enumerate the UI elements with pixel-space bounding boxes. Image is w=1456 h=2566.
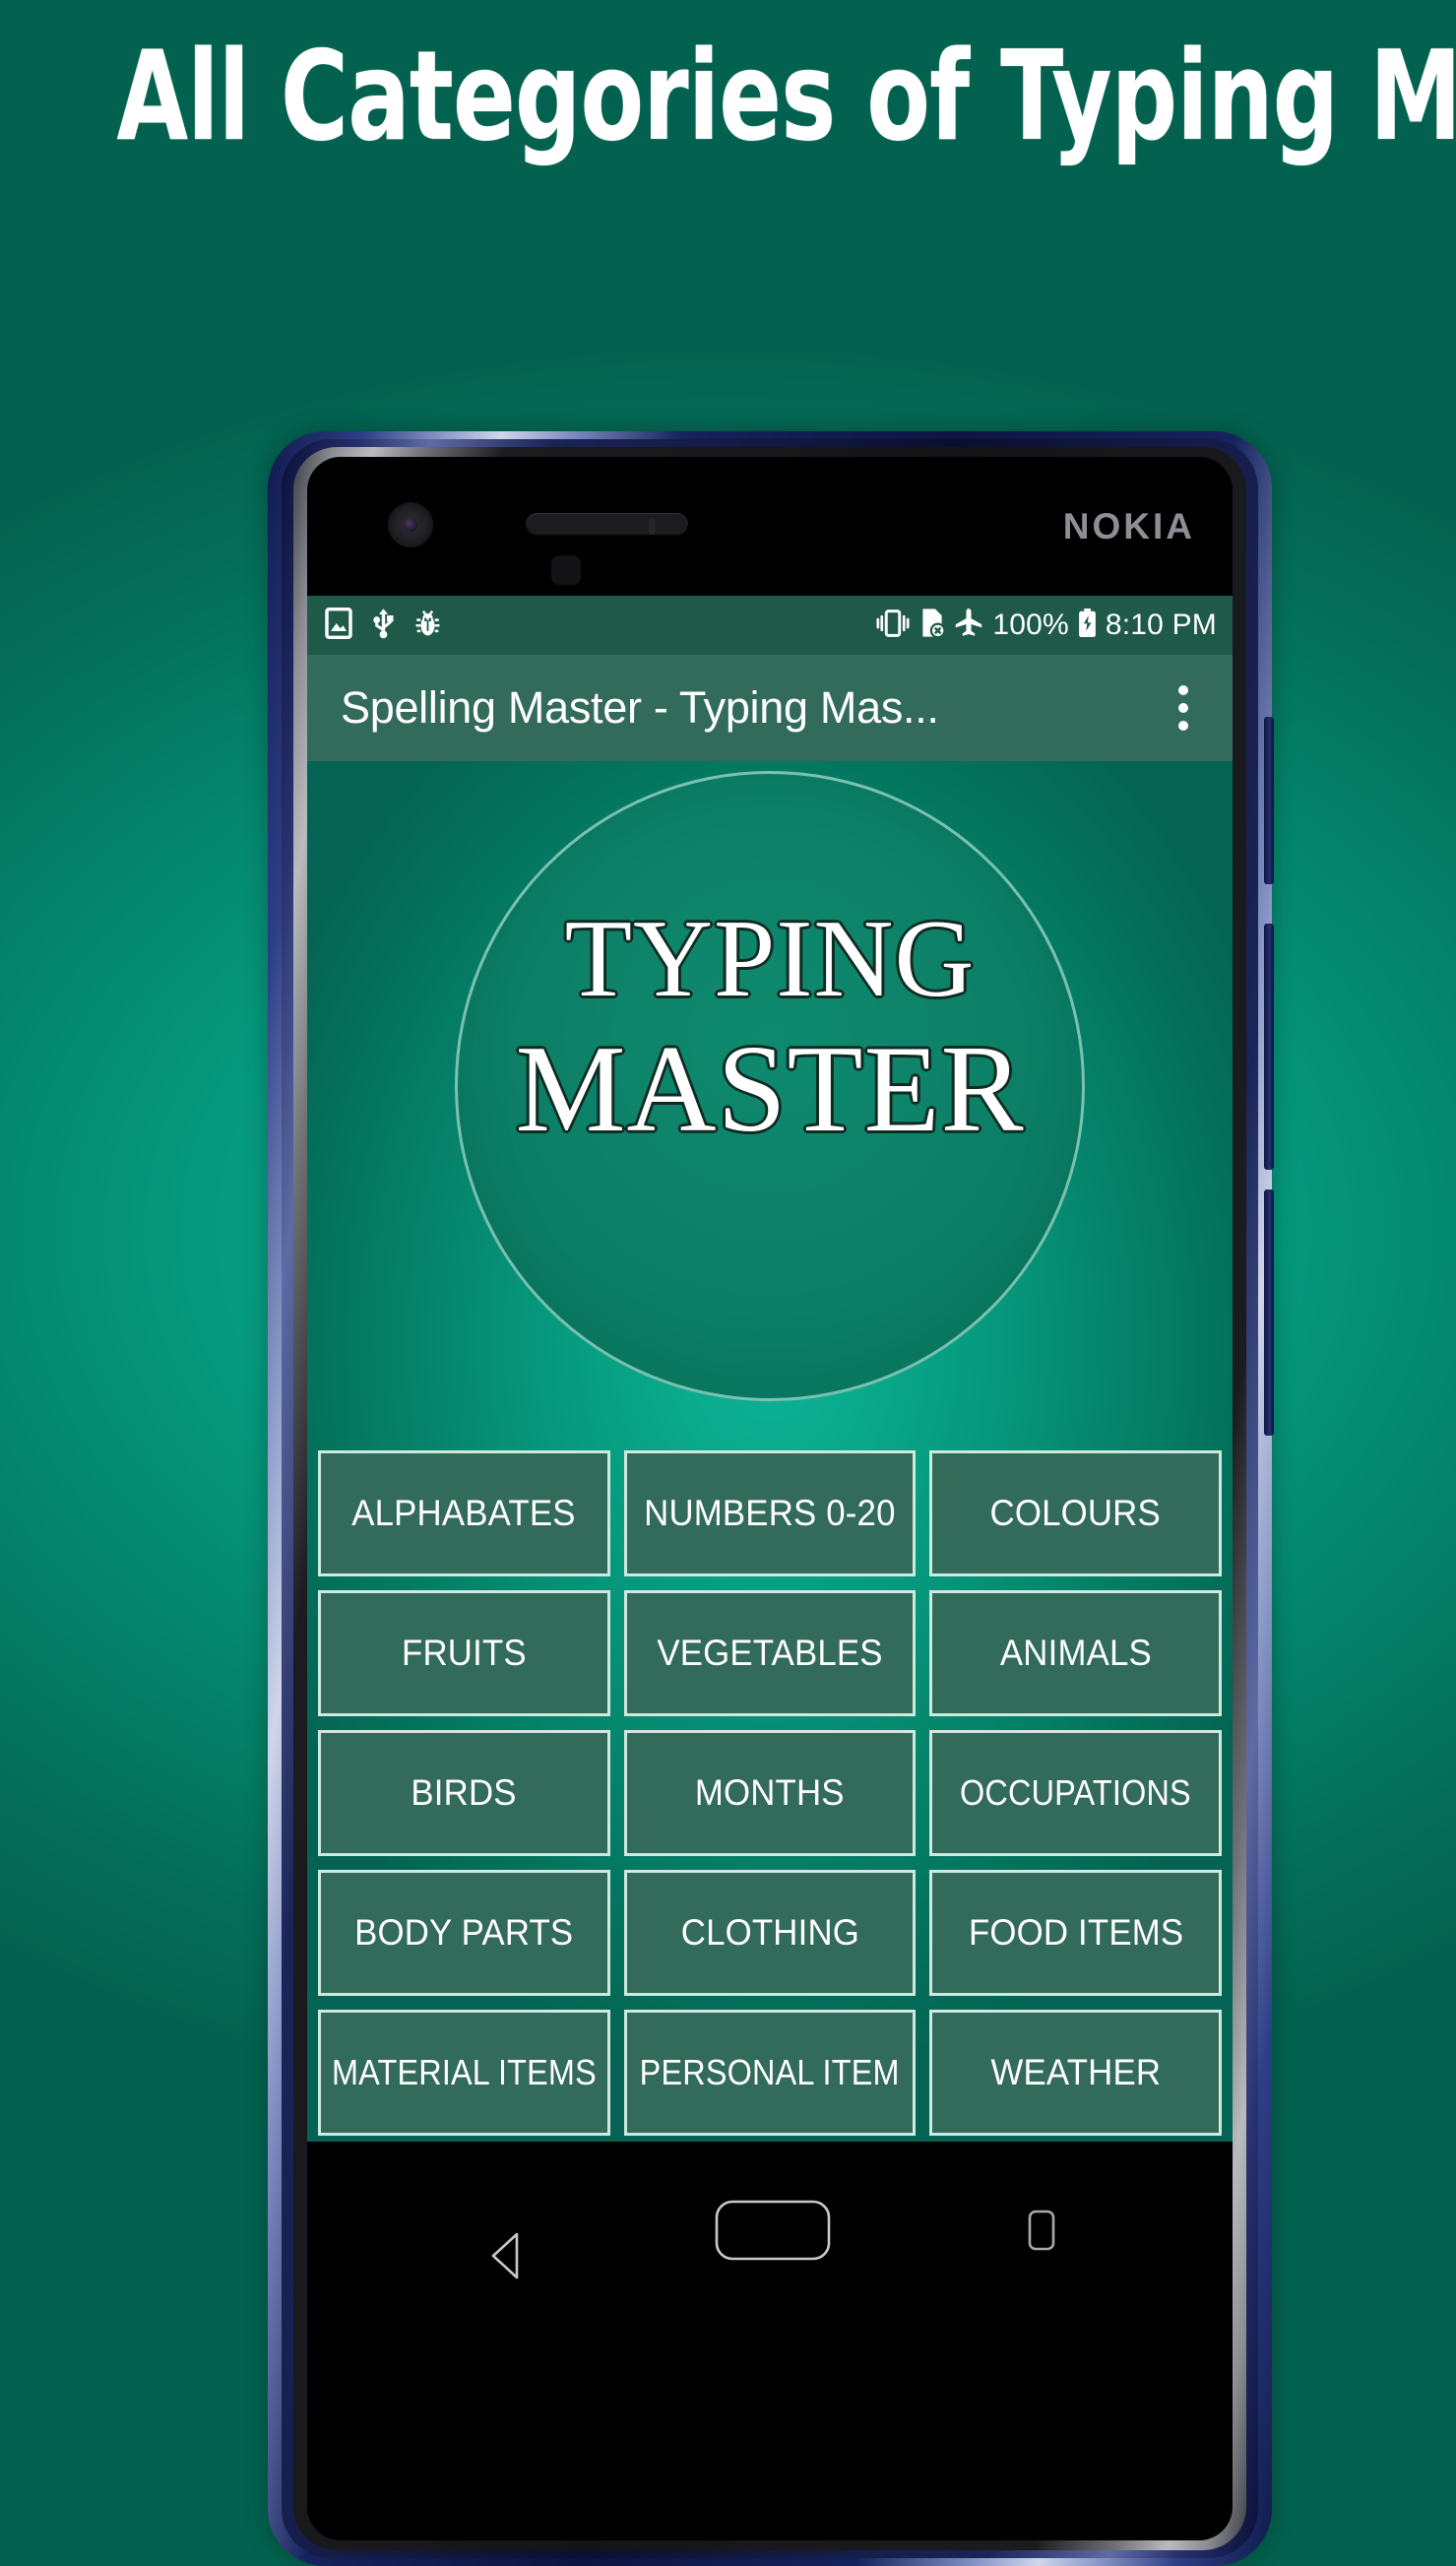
overflow-dot <box>1178 703 1188 713</box>
earpiece-speaker-icon <box>526 513 688 536</box>
status-bar-left-icons <box>325 607 441 644</box>
category-label: ALPHABATES <box>351 1493 577 1533</box>
category-button-food-items[interactable]: FOOD ITEMS <box>929 1870 1222 1996</box>
category-label: COLOURS <box>989 1493 1162 1533</box>
nokia-logo: NOKIA <box>1062 506 1195 546</box>
earpiece-vent-icon <box>551 555 581 585</box>
recents-button-icon[interactable] <box>1028 2210 1055 2251</box>
category-button-birds[interactable]: BIRDS <box>318 1730 610 1856</box>
volume-down-button[interactable] <box>1264 1189 1274 1436</box>
app-title: Spelling Master - Typing Mas... <box>341 682 939 733</box>
usb-icon <box>371 608 396 644</box>
category-label: VEGETABLES <box>657 1633 883 1673</box>
category-button-weather[interactable]: WEATHER <box>929 2010 1222 2136</box>
android-navigation-bar <box>307 2142 1233 2319</box>
back-button-icon[interactable] <box>484 2201 519 2279</box>
phone-mockup: NOKIA 100% 8:10 PM Spelling Master - Typ… <box>268 431 1274 2566</box>
category-button-fruits[interactable]: FRUITS <box>318 1590 610 1716</box>
category-button-personal-item[interactable]: PERSONAL ITEM <box>623 2010 917 2136</box>
front-camera-icon <box>388 502 433 547</box>
category-label: MONTHS <box>695 1772 845 1813</box>
battery-charging-icon <box>1078 608 1097 643</box>
overflow-menu-icon[interactable] <box>1156 669 1211 747</box>
category-label: OCCUPATIONS <box>960 1772 1192 1813</box>
category-label: CLOTHING <box>680 1912 859 1953</box>
category-button-vegetables[interactable]: VEGETABLES <box>623 1590 917 1716</box>
category-button-clothing[interactable]: CLOTHING <box>623 1870 917 1996</box>
app-action-bar: Spelling Master - Typing Mas... <box>307 655 1233 761</box>
overflow-dot <box>1178 721 1188 731</box>
power-button[interactable] <box>1264 717 1274 884</box>
sim-card-off-icon <box>919 608 946 643</box>
category-label: FOOD ITEMS <box>968 1912 1183 1953</box>
category-label: ANIMALS <box>999 1633 1152 1673</box>
page-root: All Categories of Typing Master NOKIA <box>0 0 1456 2566</box>
category-button-colours[interactable]: COLOURS <box>929 1450 1222 1576</box>
status-bar-right-icons: 100% 8:10 PM <box>875 608 1217 643</box>
airplane-mode-icon <box>954 608 983 643</box>
logo-line-2: MASTER <box>515 1020 1025 1158</box>
image-icon <box>325 607 352 644</box>
vibrate-icon <box>875 609 911 643</box>
app-content: TYPING MASTER ALPHABATES NUMBERS 0-20 CO… <box>307 761 1233 2142</box>
page-title: All Categories of Typing Master <box>116 25 1456 169</box>
bug-icon <box>414 608 441 644</box>
category-label: BIRDS <box>411 1772 517 1813</box>
battery-percent-label: 100% <box>992 609 1069 641</box>
overflow-dot <box>1178 685 1188 695</box>
category-grid: ALPHABATES NUMBERS 0-20 COLOURS FRUITS V <box>307 1450 1233 2136</box>
status-bar: 100% 8:10 PM <box>307 596 1233 655</box>
category-label: FRUITS <box>401 1633 527 1673</box>
phone-screen-glass: NOKIA 100% 8:10 PM Spelling Master - Typ… <box>307 457 1233 2540</box>
clock-label: 8:10 PM <box>1105 609 1217 641</box>
category-label: PERSONAL ITEM <box>639 2052 900 2092</box>
category-button-material-items[interactable]: MATERIAL ITEMS <box>318 2010 610 2136</box>
category-button-animals[interactable]: ANIMALS <box>929 1590 1222 1716</box>
category-label: BODY PARTS <box>354 1912 574 1953</box>
category-button-months[interactable]: MONTHS <box>623 1730 917 1856</box>
category-button-alphabates[interactable]: ALPHABATES <box>318 1450 610 1576</box>
proximity-sensor-icon <box>649 518 656 535</box>
logo-text: TYPING MASTER <box>455 901 1085 1155</box>
category-button-occupations[interactable]: OCCUPATIONS <box>929 1730 1222 1856</box>
category-label: MATERIAL ITEMS <box>331 2052 597 2092</box>
android-screen: 100% 8:10 PM Spelling Master - Typing Ma… <box>307 596 1233 2142</box>
logo-line-1: TYPING <box>564 898 976 1020</box>
volume-up-button[interactable] <box>1264 924 1274 1170</box>
home-button-icon[interactable] <box>715 2200 831 2261</box>
category-button-body-parts[interactable]: BODY PARTS <box>318 1870 610 1996</box>
category-label: WEATHER <box>990 2052 1161 2092</box>
category-button-numbers-0-20[interactable]: NUMBERS 0-20 <box>623 1450 917 1576</box>
app-logo: TYPING MASTER <box>455 771 1085 1401</box>
category-label: NUMBERS 0-20 <box>644 1493 896 1533</box>
